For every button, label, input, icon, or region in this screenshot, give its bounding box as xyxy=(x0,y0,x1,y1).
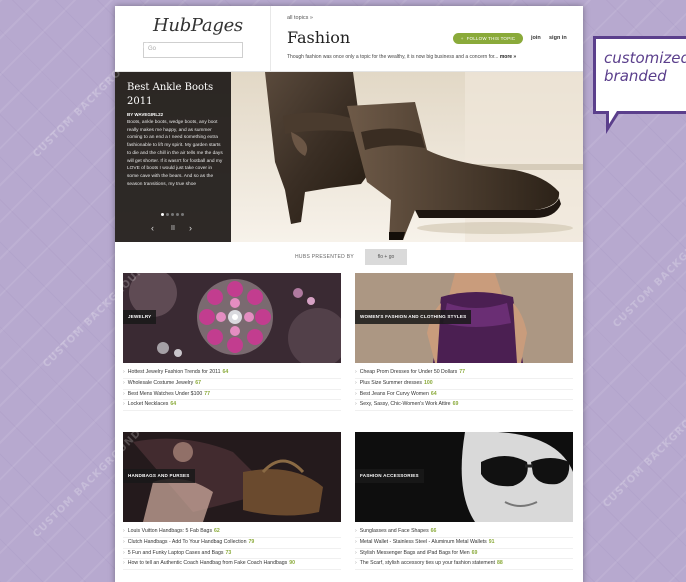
list-item[interactable]: › Stylish Messenger Bags and iPad Bags fo… xyxy=(355,549,573,560)
hero-slideshow[interactable]: Best Ankle Boots 2011 BY WAVEGIRL22 Boot… xyxy=(115,72,583,242)
slide-dot[interactable] xyxy=(171,213,174,216)
list-item[interactable]: › Clutch Handbags - Add To Your Handbag C… xyxy=(123,538,341,549)
slide-indicators xyxy=(161,213,184,216)
hub-list: › Louis Vuitton Handbags: 5 Fab Bags 62 › C… xyxy=(123,527,341,571)
category-card-womens-fashion: WOMEN'S FASHION AND CLOTHING STYLES › Che… xyxy=(355,273,573,412)
slide-dot[interactable] xyxy=(176,213,179,216)
join-link[interactable]: join xyxy=(531,35,541,41)
watermark-text: CUSTOM BACKGROUND ON xyxy=(611,201,686,330)
list-item[interactable]: › Cheap Prom Dresses for Under 50 Dollars… xyxy=(355,368,573,379)
hub-list: › Sunglasses and Face Shapes 66 › Metal Wal… xyxy=(355,527,573,571)
category-image[interactable]: HANDBAGS AND PURSES xyxy=(123,432,341,522)
category-image[interactable]: FASHION ACCESSORIES xyxy=(355,432,573,522)
plus-icon: + xyxy=(460,36,464,41)
callout-bubble: customized branded xyxy=(593,36,686,114)
category-card-accessories: FASHION ACCESSORIES › Sunglasses and Face… xyxy=(355,432,573,571)
category-image[interactable]: JEWELRY xyxy=(123,273,341,363)
featured-hub-author[interactable]: BY WAVEGIRL22 xyxy=(127,112,163,117)
category-label[interactable]: JEWELRY xyxy=(123,310,157,324)
category-card-jewelry: JEWELRY › Hottest Jewelry Fashion Trends … xyxy=(123,273,341,412)
category-label[interactable]: FASHION ACCESSORIES xyxy=(355,469,424,483)
logo-column: HubPages Go xyxy=(115,6,271,72)
slide-dot[interactable] xyxy=(166,213,169,216)
topic-description: Though fashion was once only a topic for… xyxy=(287,54,577,60)
featured-hub-title[interactable]: Best Ankle Boots 2011 xyxy=(127,81,227,109)
sponsor-bar: HUBS PRESENTED BY flo + go xyxy=(115,249,583,265)
list-item[interactable]: › Louis Vuitton Handbags: 5 Fab Bags 62 xyxy=(123,527,341,538)
list-item[interactable]: › Locket Necklaces 64 xyxy=(123,400,341,412)
search-input[interactable]: Go xyxy=(143,42,243,58)
list-item[interactable]: › Plus Size Summer dresses 100 xyxy=(355,379,573,390)
list-item[interactable]: › How to tell an Authentic Coach Handbag … xyxy=(123,559,341,571)
category-label[interactable]: HANDBAGS AND PURSES xyxy=(123,469,195,483)
featured-hub-box[interactable]: Best Ankle Boots 2011 BY WAVEGIRL22 Boot… xyxy=(115,72,231,242)
sign-in-link[interactable]: sign in xyxy=(549,35,567,41)
list-item[interactable]: › Hottest Jewelry Fashion Trends for 2011… xyxy=(123,368,341,379)
callout-text: customized branded xyxy=(604,49,686,85)
breadcrumb-all-topics[interactable]: all topics » xyxy=(287,15,313,21)
list-item[interactable]: › Best Jeans For Curvy Women 64 xyxy=(355,390,573,401)
watermark-text: CUSTOM BACKGROUND ON xyxy=(601,381,686,510)
list-item[interactable]: › The Scarf, stylish accessory ties up yo… xyxy=(355,559,573,571)
page-title: Fashion xyxy=(287,28,351,47)
site-logo[interactable]: HubPages xyxy=(153,15,243,36)
hubpages-topic-page: HubPages Go all topics » Fashion + FOLLOW… xyxy=(115,6,583,582)
category-card-handbags: HANDBAGS AND PURSES › Louis Vuitton Handb… xyxy=(123,432,341,571)
featured-hub-excerpt: Boots, ankle boots, wedge boots, any boo… xyxy=(127,120,223,187)
pause-slideshow-icon[interactable]: II xyxy=(171,224,175,234)
slide-dot[interactable] xyxy=(161,213,164,216)
list-item[interactable]: › Best Mens Watches Under $100 77 xyxy=(123,390,341,401)
list-item[interactable]: › Metal Wallet - Stainless Steel - Alumin… xyxy=(355,538,573,549)
hubs-presented-by-label: HUBS PRESENTED BY xyxy=(295,254,355,260)
slide-dot[interactable] xyxy=(181,213,184,216)
page-header: HubPages Go all topics » Fashion + FOLLOW… xyxy=(115,6,583,72)
previous-slide-icon[interactable]: ‹ xyxy=(151,223,154,233)
next-slide-icon[interactable]: › xyxy=(189,223,192,233)
callout-tail-inner xyxy=(609,111,617,124)
follow-topic-label: FOLLOW THIS TOPIC xyxy=(466,36,516,41)
hub-list: › Hottest Jewelry Fashion Trends for 2011… xyxy=(123,368,341,412)
sponsor-logo[interactable]: flo + go xyxy=(365,249,407,265)
list-item[interactable]: › Sunglasses and Face Shapes 66 xyxy=(355,527,573,538)
category-image[interactable]: WOMEN'S FASHION AND CLOTHING STYLES xyxy=(355,273,573,363)
follow-topic-button[interactable]: + FOLLOW THIS TOPIC xyxy=(453,33,523,44)
more-link[interactable]: more » xyxy=(500,54,516,60)
hub-list: › Cheap Prom Dresses for Under 50 Dollars… xyxy=(355,368,573,412)
list-item[interactable]: › Wholesale Costume Jewelry 67 xyxy=(123,379,341,390)
list-item[interactable]: › Sexy, Sassy, Chic-Women's Work Attire 69 xyxy=(355,400,573,412)
list-item[interactable]: › 5 Fun and Funky Laptop Cases and Bags 73 xyxy=(123,549,341,560)
category-label[interactable]: WOMEN'S FASHION AND CLOTHING STYLES xyxy=(355,310,472,324)
topic-description-text: Though fashion was once only a topic for… xyxy=(287,54,499,60)
